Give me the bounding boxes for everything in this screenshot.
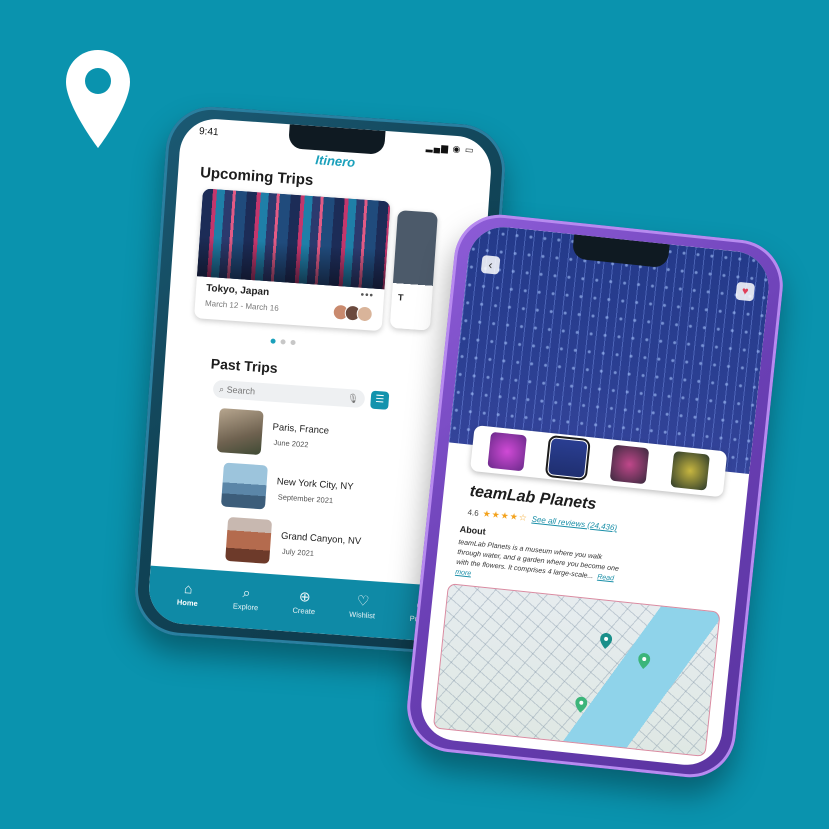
carousel-dot[interactable] — [290, 339, 296, 346]
search-placeholder: Search — [226, 384, 256, 397]
trip-title: Tokyo, Japan — [205, 282, 270, 299]
chevron-left-icon: ‹ — [487, 257, 494, 272]
tab-label: Wishlist — [348, 609, 376, 620]
trip-photo — [196, 188, 391, 290]
past-trip-name: New York City, NY — [276, 476, 354, 493]
tab-label: Create — [292, 605, 316, 616]
tab-home[interactable]: ⌂ Home — [167, 578, 209, 608]
photo-thumbnail[interactable] — [544, 434, 592, 482]
trip-thumbnail — [216, 408, 264, 456]
location-pin-icon — [66, 50, 130, 148]
carousel-indicator — [270, 338, 296, 346]
past-trips-heading: Past Trips — [210, 355, 279, 376]
microphone-icon[interactable]: 🎙 — [347, 392, 359, 404]
map-marker-icon[interactable] — [637, 652, 651, 669]
carousel-dot[interactable] — [270, 338, 276, 344]
tab-wishlist[interactable]: ♡ Wishlist — [342, 591, 384, 621]
phone-place-detail: ‹ ♥ teamLab Planets 4.6 ★★★★☆ See all re… — [402, 210, 788, 782]
search-input[interactable]: ⌕ Search 🎙 — [212, 379, 366, 409]
tab-label: Explore — [232, 600, 259, 612]
upcoming-trips-heading: Upcoming Trips — [199, 164, 314, 190]
upcoming-trip-card[interactable]: Tokyo, Japan March 12 - March 16 ••• — [194, 188, 391, 332]
location-map[interactable] — [432, 583, 721, 757]
past-trip-date: July 2021 — [281, 546, 315, 558]
map-marker-icon[interactable] — [599, 632, 613, 649]
trip-thumbnail — [225, 516, 273, 564]
past-trip-item[interactable]: Grand Canyon, NV July 2021 — [225, 516, 448, 576]
favorite-button[interactable]: ♥ — [735, 281, 756, 302]
past-trip-item[interactable]: New York City, NY September 2021 — [220, 462, 444, 522]
status-system-icons: ▂▄▆ ◉ ▭ — [425, 141, 475, 155]
filter-icon: ☰ — [374, 393, 385, 406]
tab-label: Home — [176, 597, 199, 608]
past-trip-name: Paris, France — [272, 421, 330, 437]
next-trip-title: T — [397, 292, 404, 303]
status-time: 9:41 — [198, 125, 219, 138]
photo-thumbnail[interactable] — [487, 431, 527, 472]
next-trip-card[interactable]: T — [389, 210, 438, 331]
carousel-dot[interactable] — [280, 339, 286, 345]
filter-button[interactable]: ☰ — [370, 390, 390, 410]
trip-thumbnail — [220, 462, 268, 510]
past-trip-date: September 2021 — [277, 492, 334, 506]
back-button[interactable]: ‹ — [480, 254, 501, 275]
see-all-reviews-link[interactable]: See all reviews (24,436) — [531, 515, 617, 533]
past-trip-date: June 2022 — [273, 437, 309, 450]
search-icon: ⌕ — [242, 583, 252, 601]
past-trip-item[interactable]: Paris, France June 2022 — [216, 408, 440, 467]
rating-value: 4.6 — [467, 507, 480, 518]
about-body: teamLab Planets is a museum where you wa… — [455, 538, 620, 581]
about-heading: About — [459, 524, 487, 537]
tab-explore[interactable]: ⌕ Explore — [225, 583, 267, 613]
map-marker-icon[interactable] — [574, 696, 588, 713]
star-rating-icon: ★★★★☆ — [482, 508, 529, 524]
more-options-icon[interactable]: ••• — [360, 290, 374, 302]
home-icon: ⌂ — [183, 579, 194, 597]
trip-dates: March 12 - March 16 — [204, 298, 280, 313]
plus-circle-icon: ⊕ — [298, 587, 312, 605]
heart-icon: ♡ — [356, 591, 370, 609]
photo-thumbnail[interactable] — [670, 451, 711, 491]
phone-screen: ‹ ♥ teamLab Planets 4.6 ★★★★☆ See all re… — [417, 223, 773, 769]
heart-icon: ♥ — [741, 285, 750, 298]
tab-create[interactable]: ⊕ Create — [284, 587, 326, 617]
past-trip-name: Grand Canyon, NV — [280, 530, 362, 548]
avatar — [356, 305, 374, 323]
photo-thumbnail[interactable] — [609, 444, 650, 485]
trip-companions — [332, 303, 374, 323]
